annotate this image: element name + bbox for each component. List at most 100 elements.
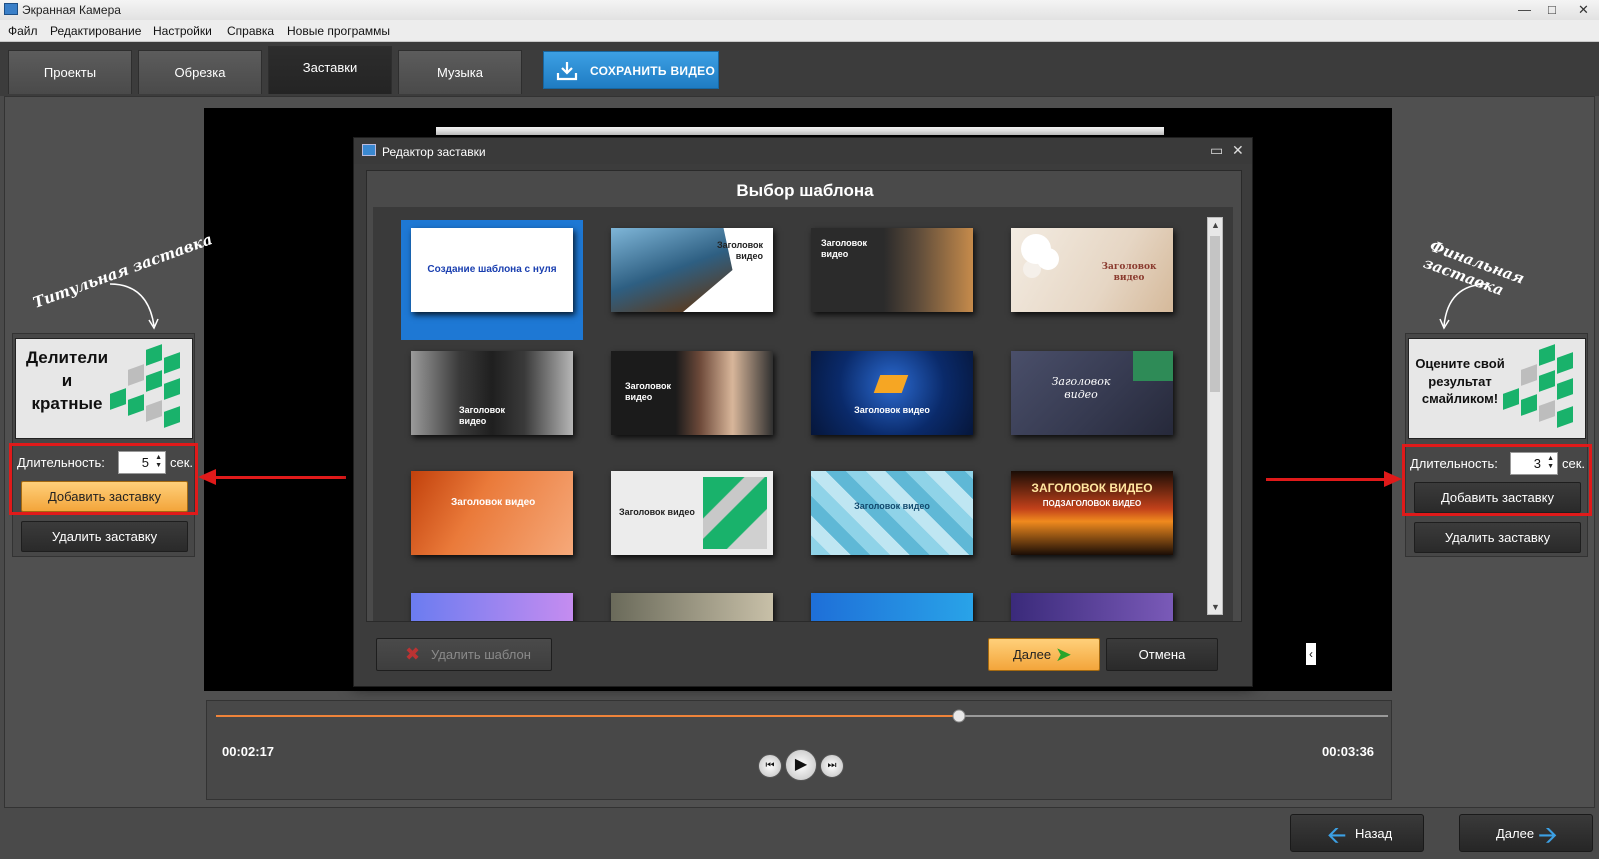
dialog-maximize-icon[interactable]: ▭ [1210,142,1223,159]
intro-editor-dialog: Редактор заставки ▭ ✕ Выбор шаблона Созд… [353,137,1253,687]
back-button[interactable]: 🡨 Назад [1290,814,1424,852]
window-titlebar: Экранная Камера — □ ✕ [0,0,1599,20]
left-duration-value: 5 [141,455,149,470]
cube [1503,388,1519,410]
cube [146,370,162,392]
seek-bar[interactable] [216,706,1388,726]
left-intro-thumbnail[interactable]: Делители и кратные [15,338,193,439]
save-video-button[interactable]: СОХРАНИТЬ ВИДЕО [543,51,719,89]
left-duration-unit: сек. [170,455,194,470]
right-duration-unit: сек. [1562,456,1586,471]
template-typewriter[interactable] [611,593,773,621]
skip-forward-icon[interactable]: ⏭ [820,754,844,778]
template-subcaption: ПОДЗАГОЛОВОК ВИДЕО [1042,499,1142,508]
left-red-arrow-icon [198,469,216,485]
template-caption: Заголовок видео [619,507,695,517]
template-film[interactable]: ЗАГОЛОВОК ВИДЕО ПОДЗАГОЛОВОК ВИДЕО [1011,471,1173,555]
tab-trim[interactable]: Обрезка [138,50,262,94]
template-blue-blocks[interactable]: Заголовок видео [811,351,973,435]
cube-decoration [106,344,188,435]
template-green-cubes[interactable]: Заголовок видео [611,471,773,555]
dialog-heading: Выбор шаблона [736,181,874,200]
delete-template-button[interactable]: ✖ Удалить шаблон [376,638,552,671]
maximize-icon[interactable]: □ [1548,2,1556,17]
right-remove-outro-button[interactable]: Удалить заставку [1414,522,1581,553]
template-pencils[interactable]: Заголовок видео [1011,351,1173,435]
left-remove-intro-button[interactable]: Удалить заставку [21,521,188,552]
template-gradient-blue[interactable] [811,593,973,621]
gallery-scrollbar[interactable]: ▲ ▼ [1207,217,1223,615]
template-caption: Создание шаблона с нуля [427,264,557,275]
save-video-label: СОХРАНИТЬ ВИДЕО [590,64,716,78]
left-red-arrow-line [214,476,346,479]
scrollbar-thumb[interactable] [1210,236,1220,392]
current-time: 00:02:17 [222,744,275,759]
cube [128,364,144,386]
right-outro-thumbnail[interactable]: Оцените свой результат смайликом! [1408,338,1586,439]
template-city[interactable]: Заголовок видео [811,228,973,312]
cube [1539,400,1555,422]
template-caption: ЗАГОЛОВОК ВИДЕО [1031,481,1153,495]
tab-projects[interactable]: Проекты [8,50,132,94]
cube [1539,344,1555,366]
tab-intros[interactable]: Заставки [268,46,392,94]
spinner-arrows-icon[interactable]: ▲ ▼ [155,454,162,470]
menu-settings[interactable]: Настройки [153,24,212,38]
cube [1557,406,1573,428]
cube [128,394,144,416]
template-gradient-violet[interactable] [1011,593,1173,621]
left-thumb-line-3: кратные [31,393,103,413]
template-hands[interactable]: Заголовок видео [611,351,773,435]
cube-decoration [1499,344,1581,435]
cube [1521,364,1537,386]
menu-new-programs[interactable]: Новые программы [287,24,390,38]
delete-template-label: Удалить шаблон [431,647,531,662]
dialog-next-button[interactable]: Далее ➤ [988,638,1100,671]
template-diamonds[interactable]: Заголовок видео [811,471,973,555]
close-icon[interactable]: ✕ [1578,2,1589,18]
cube [1521,394,1537,416]
template-orange-waves[interactable]: Заголовок видео [411,471,573,555]
template-blank[interactable]: Создание шаблона с нуля [411,228,573,312]
template-mountains[interactable]: Заголовок видео [611,228,773,312]
right-add-outro-button[interactable]: Добавить заставку [1414,482,1581,513]
app-icon [4,3,18,15]
template-caption: Заголовок видео [1051,375,1111,402]
left-thumb-line-2: и [61,370,73,390]
template-gallery: Создание шаблона с нуля Заголовок видео … [373,207,1233,621]
dialog-close-icon[interactable]: ✕ [1232,142,1244,159]
menu-help[interactable]: Справка [227,24,274,38]
template-tools[interactable]: Заголовок видео [411,351,573,435]
arrow-left-icon: 🡨 [1327,822,1347,849]
menu-edit[interactable]: Редактирование [50,24,141,38]
dialog-title: Редактор заставки [382,145,486,159]
left-thumb-line-1: Делители [25,348,109,367]
cube [110,388,126,410]
left-add-intro-button[interactable]: Добавить заставку [21,481,188,512]
template-caption: Заголовок видео [625,381,672,402]
spinner-arrows-icon[interactable]: ▲ ▼ [1547,455,1554,471]
menu-file[interactable]: Файл [8,24,38,38]
template-gradient-purple[interactable] [411,593,573,621]
play-icon[interactable]: ▶ [785,749,817,781]
skip-back-icon[interactable]: ⏮ [758,754,782,778]
scroll-down-icon[interactable]: ▼ [1211,602,1220,612]
arrow-right-icon: 🡪 [1538,822,1558,849]
left-duration-label: Длительность: [17,455,105,470]
delete-x-icon: ✖ [405,644,421,664]
collapse-panel-icon[interactable]: ‹ [1306,643,1316,665]
minimize-icon[interactable]: — [1518,2,1531,17]
cube [1539,370,1555,392]
right-duration-spinner[interactable]: 3 ▲ ▼ [1510,452,1558,475]
tab-music[interactable]: Музыка [398,50,522,94]
right-caption-arrow-icon [1439,283,1489,330]
scroll-up-icon[interactable]: ▲ [1211,220,1220,230]
template-blossom[interactable]: Заголовок видео [1011,228,1173,312]
cube [164,406,180,428]
seek-handle[interactable] [952,709,966,723]
dialog-titlebar: Редактор заставки ▭ ✕ [354,138,1252,164]
tabs-bar: Проекты Обрезка Заставки Музыка [0,42,1599,96]
dialog-cancel-button[interactable]: Отмена [1106,638,1218,671]
next-button[interactable]: Далее 🡪 [1459,814,1593,852]
left-duration-spinner[interactable]: 5 ▲ ▼ [118,451,166,474]
